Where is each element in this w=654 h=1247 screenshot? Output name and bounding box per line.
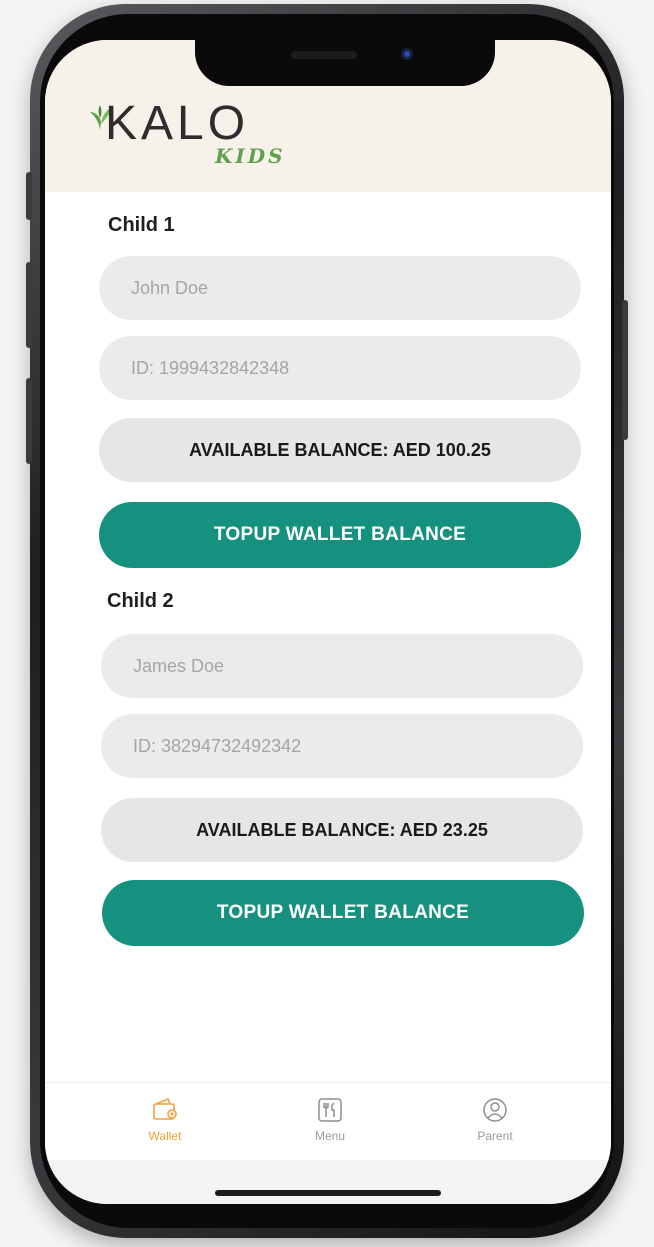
side-button-power xyxy=(622,300,628,440)
child-2-title: Child 2 xyxy=(107,590,174,612)
child-1-name-field[interactable]: John Doe xyxy=(99,256,581,320)
child-2-topup-button[interactable]: TOPUP WALLET BALANCE xyxy=(102,880,584,946)
kalo-kids-logo: KALO KIDS xyxy=(89,94,309,190)
tab-menu[interactable]: Menu xyxy=(280,1095,380,1155)
child-1-id-field[interactable]: ID: 1999432842348 xyxy=(99,336,581,400)
tab-parent-label: Parent xyxy=(477,1129,513,1143)
tab-parent[interactable]: Parent xyxy=(445,1095,545,1155)
child-1-title: Child 1 xyxy=(108,214,175,236)
logo-subtitle: KIDS xyxy=(215,144,286,168)
side-button-volume-up xyxy=(26,262,32,348)
child-1-balance-text: AVAILABLE BALANCE: AED 100.25 xyxy=(189,439,491,460)
tab-wallet[interactable]: Wallet xyxy=(115,1095,215,1155)
side-button-volume-down xyxy=(26,378,32,464)
menu-icon xyxy=(318,1098,342,1122)
child-2-balance: AVAILABLE BALANCE: AED 23.25 xyxy=(101,798,583,862)
child-2-balance-text: AVAILABLE BALANCE: AED 23.25 xyxy=(196,819,488,840)
child-2-name-field[interactable]: James Doe xyxy=(101,634,583,698)
tab-menu-label: Menu xyxy=(314,1129,346,1143)
side-button-silent xyxy=(26,172,32,220)
child-1-balance: AVAILABLE BALANCE: AED 100.25 xyxy=(99,418,581,482)
child-1-name-placeholder: John Doe xyxy=(131,277,209,298)
child-1-topup-button[interactable]: TOPUP WALLET BALANCE xyxy=(99,502,581,568)
notch xyxy=(195,40,495,86)
tab-wallet-label: Wallet xyxy=(148,1129,182,1143)
child-2-id-field[interactable]: ID: 38294732492342 xyxy=(101,714,583,778)
speaker-grille xyxy=(291,51,357,59)
child-2-name-placeholder: James Doe xyxy=(133,655,225,676)
user-circle-icon xyxy=(483,1098,507,1122)
app-screen: KALO KIDS Child 1 John Doe ID: 199943284… xyxy=(45,40,611,1204)
child-1-id-placeholder: ID: 1999432842348 xyxy=(131,357,290,378)
wallet-icon xyxy=(153,1097,177,1120)
child-2-id-placeholder: ID: 38294732492342 xyxy=(133,735,302,756)
bottom-tab-bar: Wallet Menu Parent xyxy=(45,1082,611,1161)
camera-icon xyxy=(401,48,413,60)
home-indicator-area xyxy=(45,1160,611,1204)
home-indicator[interactable] xyxy=(215,1190,441,1196)
